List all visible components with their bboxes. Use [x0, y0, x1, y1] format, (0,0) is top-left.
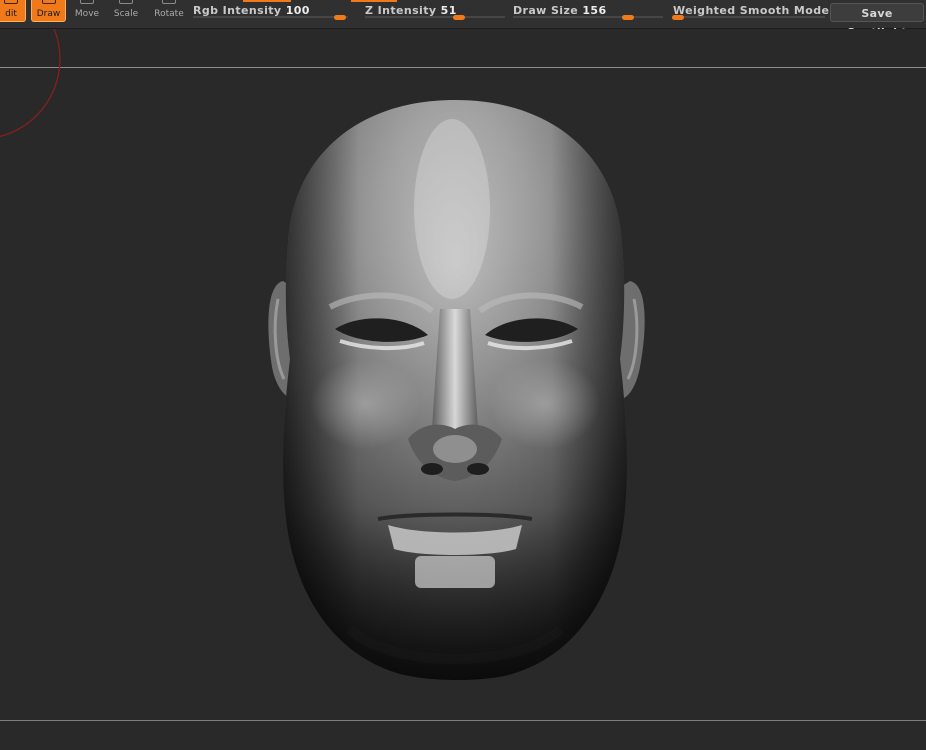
scale-button[interactable]: Scale [110, 0, 142, 22]
weighted-smooth-mode-knob[interactable] [672, 15, 684, 20]
scale-button-label: Scale [113, 9, 139, 19]
brush-cursor-circle [0, 29, 61, 138]
scale-icon [110, 0, 142, 5]
top-toolbar: dit Draw Move Scale Rotate Rgb Intensity… [0, 0, 926, 39]
edit-button[interactable]: dit [0, 0, 26, 22]
z-intensity-knob[interactable] [453, 15, 465, 20]
draw-size-slider[interactable]: Draw Size 156 [513, 0, 663, 24]
draw-size-knob[interactable] [622, 15, 634, 20]
rotate-button-label: Rotate [154, 9, 184, 19]
nose [432, 309, 478, 429]
move-button-label: Move [74, 9, 100, 19]
move-icon [71, 0, 103, 5]
draw-button-label: Draw [36, 9, 61, 19]
viewport-canvas[interactable] [0, 29, 926, 750]
draw-button[interactable]: Draw [31, 0, 66, 22]
edit-button-label: dit [5, 9, 17, 19]
move-button[interactable]: Move [71, 0, 103, 22]
weighted-smooth-mode-slider[interactable]: Weighted Smooth Mode 0 [672, 0, 841, 24]
rgb-intensity-knob[interactable] [334, 15, 346, 20]
draw-size-track [513, 16, 663, 18]
z-intensity-slider[interactable]: Z Intensity 51 [365, 0, 505, 24]
chin [415, 556, 495, 588]
rgb-intensity-track [193, 16, 348, 18]
viewport-svg [0, 29, 645, 680]
save-spotlight-button[interactable]: Save Spotlight [830, 3, 924, 39]
draw-icon [32, 0, 65, 5]
sculpted-head[interactable] [268, 100, 645, 680]
z-intensity-track [365, 16, 505, 18]
rgb-intensity-slider[interactable]: Rgb Intensity 100 [193, 0, 348, 24]
rotate-button[interactable]: Rotate [151, 0, 187, 22]
edit-icon [0, 0, 25, 5]
weighted-smooth-mode-track [673, 16, 825, 18]
rotate-icon [151, 0, 187, 5]
